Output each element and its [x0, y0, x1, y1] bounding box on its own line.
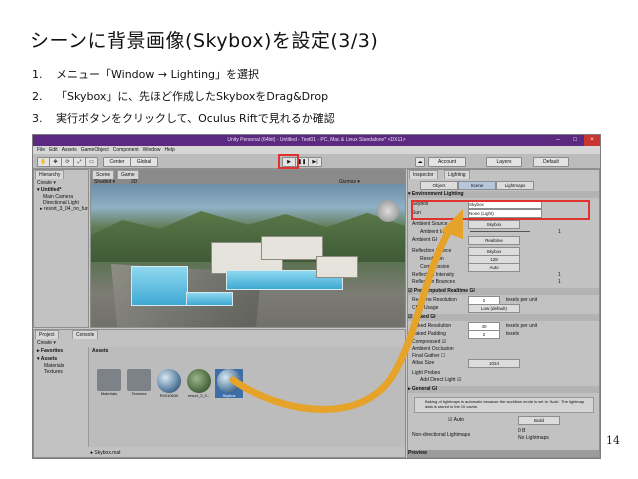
step-number: 3. [32, 112, 43, 125]
step-item: 2. 「Skybox」に、先ほど作成したSkyboxをDrag&Drop [32, 86, 335, 108]
step-item: 1. メニュー「Window → Lighting」を選択 [32, 64, 335, 86]
drag-arrow [229, 209, 463, 413]
step-number: 2. [32, 90, 43, 103]
step-text: 「Skybox」に、先ほど作成したSkyboxをDrag&Drop [56, 90, 329, 103]
step-text: 実行ボタンをクリックして、Oculus Riftで見れるか確認 [56, 112, 335, 125]
step-number: 1. [32, 68, 43, 81]
step-text: メニュー「Window → Lighting」を選択 [56, 68, 260, 81]
page-number: 14 [606, 434, 620, 447]
step-item: 3. 実行ボタンをクリックして、Oculus Riftで見れるか確認 [32, 108, 335, 130]
slide-title: シーンに背景画像(Skybox)を設定(3/3) [30, 30, 379, 52]
unity-editor-window: Unity Personal (64bit) - Untitled - Test… [32, 134, 601, 459]
steps-list: 1. メニュー「Window → Lighting」を選択 2. 「Skybox」に… [32, 64, 335, 130]
